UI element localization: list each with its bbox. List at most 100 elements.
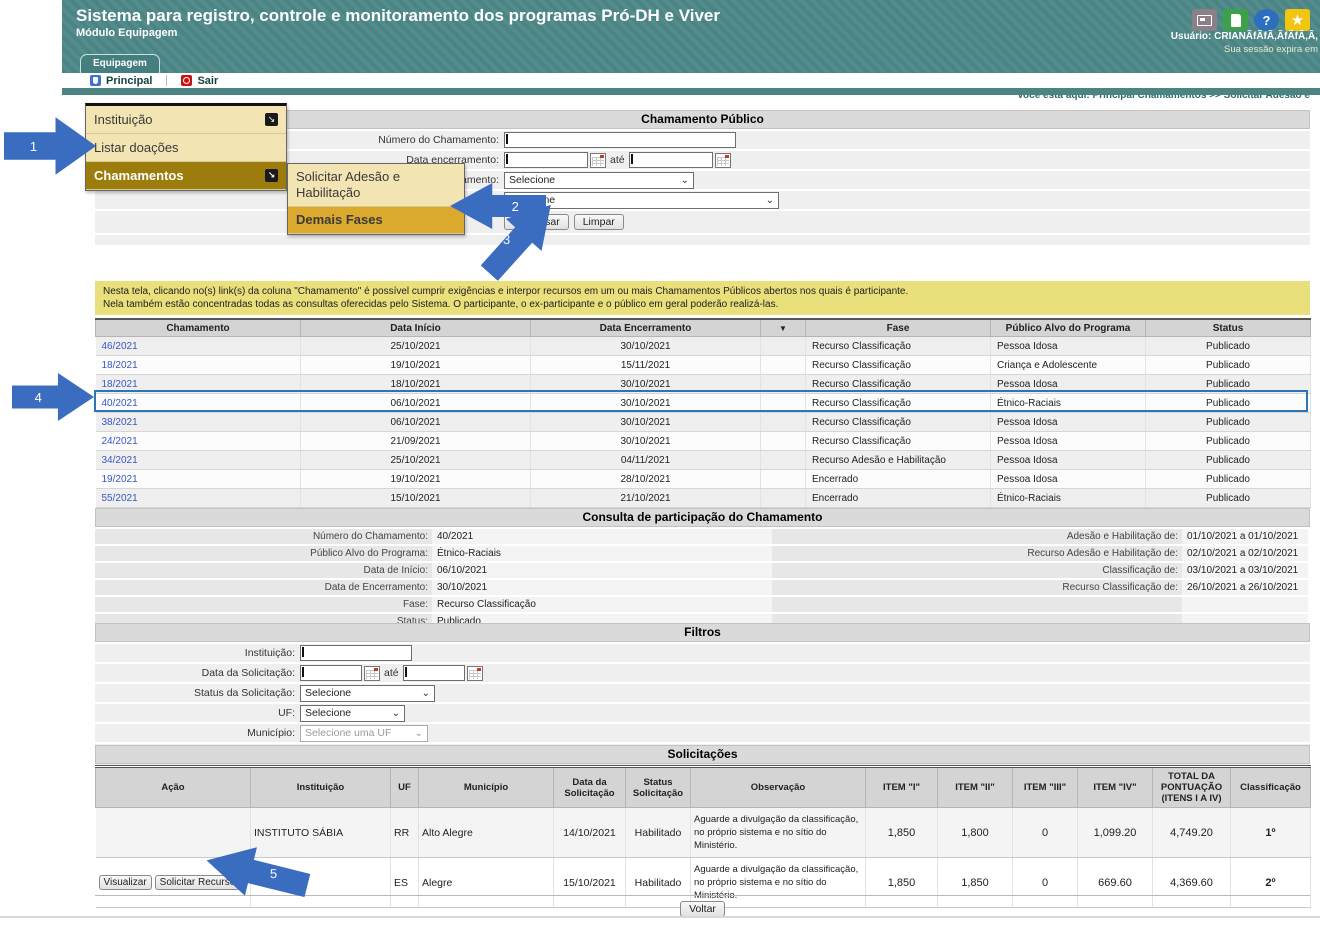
col-item-2: ITEM "II": [938, 767, 1013, 808]
chamamentos-table: Chamamento Data Início Data Encerramento…: [95, 318, 1311, 508]
field-label: Recurso Adesão e Habilitação de:: [772, 546, 1182, 561]
chamamento-link[interactable]: 55/2021: [96, 489, 301, 508]
content-bottom-divider: [95, 895, 1310, 896]
acao-cell: [96, 808, 251, 858]
col-data-solicitacao: Data da Solicitação: [554, 767, 626, 808]
chamamento-link[interactable]: 46/2021: [96, 337, 301, 356]
field-label: Data de Início:: [95, 563, 432, 578]
voltar-button[interactable]: Voltar: [680, 901, 725, 917]
field-label: Classificação de:: [772, 563, 1182, 578]
instituicao-input[interactable]: [300, 645, 412, 661]
col-publico-alvo: Público Alvo do Programa: [991, 319, 1146, 337]
filtros-title: Filtros: [95, 623, 1310, 642]
field-label: Fase:: [95, 597, 432, 612]
field-value: 26/10/2021 a 26/10/2021: [1182, 580, 1308, 595]
menu-item-listar-doacoes[interactable]: Listar doações: [86, 134, 286, 162]
col-instituicao: Instituição: [251, 767, 391, 808]
menu-item-instituicao[interactable]: Instituição ↘: [86, 106, 286, 134]
col-chamamento: Chamamento: [96, 319, 301, 337]
col-fase: Fase: [806, 319, 991, 337]
nav-sair[interactable]: Sair: [181, 75, 218, 87]
field-label: Número do Chamamento:: [95, 529, 432, 544]
app-title: Sistema para registro, controle e monito…: [76, 6, 720, 26]
footer-action-row: Voltar: [95, 899, 1310, 917]
row-highlight-border: [94, 390, 1308, 412]
col-item-4: ITEM "IV": [1078, 767, 1153, 808]
data-solicitacao-de-input[interactable]: [300, 665, 362, 681]
dropdown-submenu: Solicitar Adesão e Habilitação Demais Fa…: [287, 163, 465, 235]
nav-divider: [166, 75, 167, 86]
field-value: 01/10/2021 a 01/10/2021: [1182, 529, 1308, 544]
page-bottom-divider: [0, 916, 1320, 918]
visualizar-button[interactable]: Visualizar: [99, 875, 152, 890]
chamamento-link[interactable]: 34/2021: [96, 451, 301, 470]
calendar-icon[interactable]: [590, 153, 606, 168]
nav-principal[interactable]: Principal: [90, 75, 152, 87]
ate-label: até: [384, 667, 399, 679]
annotation-arrow-4: 4: [12, 372, 94, 422]
sort-dropdown-icon[interactable]: ▼: [761, 319, 806, 337]
uf-select[interactable]: Selecione⌄: [300, 705, 405, 722]
dropdown-menu: Instituição ↘ Listar doações Chamamentos…: [85, 103, 287, 191]
col-municipio: Município: [419, 767, 554, 808]
field-label: Público Alvo do Programa:: [95, 546, 432, 561]
app-window: Sistema para registro, controle e monito…: [0, 0, 1320, 928]
field-label: Recurso Classificação de:: [772, 580, 1182, 595]
star-icon[interactable]: ★: [1285, 9, 1310, 31]
consulta-title: Consulta de participação do Chamamento: [95, 508, 1310, 527]
submenu-arrow-icon: ↘: [265, 169, 278, 182]
calendar-icon[interactable]: [715, 153, 731, 168]
submenu-arrow-icon: ↘: [265, 113, 278, 126]
header-divider: [62, 88, 1320, 95]
app-header: Sistema para registro, controle e monito…: [62, 0, 1320, 73]
chamamento-link[interactable]: 24/2021: [96, 432, 301, 451]
col-status-solicitacao: Status Solicitação: [626, 767, 691, 808]
uf-label: UF:: [95, 707, 300, 719]
table-row: INSTITUTO SÁBIA RR Alto Alegre 14/10/202…: [96, 808, 1311, 858]
header-icon-bar: ? ★: [1192, 9, 1310, 31]
chamamento-link[interactable]: 18/2021: [96, 356, 301, 375]
chevron-down-icon: ⌄: [681, 175, 689, 186]
chevron-down-icon: ⌄: [422, 688, 430, 699]
table-row: 34/202125/10/202104/11/2021Recurso Adesã…: [96, 451, 1311, 470]
table-row: 24/202121/09/202130/10/2021Recurso Class…: [96, 432, 1311, 451]
tab-equipagem[interactable]: Equipagem: [80, 54, 160, 73]
submenu-item-solicitar-adesao[interactable]: Solicitar Adesão e Habilitação: [288, 164, 464, 207]
limpar-button[interactable]: Limpar: [574, 214, 624, 230]
municipio-select-disabled: Selecione uma UF⌄: [300, 725, 428, 742]
field-value: 03/10/2021 a 03/10/2021: [1182, 563, 1308, 578]
main-nav-bar: Principal Sair: [62, 73, 1320, 88]
chamamento-link[interactable]: 19/2021: [96, 470, 301, 489]
manual-icon[interactable]: [1223, 9, 1248, 31]
instituicao-label: Instituição:: [95, 647, 300, 659]
calendar-icon[interactable]: [364, 666, 380, 681]
calendar-icon[interactable]: [467, 666, 483, 681]
col-item-3: ITEM "III": [1013, 767, 1078, 808]
notice-line-1: Nesta tela, clicando no(s) link(s) da co…: [103, 285, 1302, 298]
field-value: 30/10/2021: [432, 580, 772, 595]
menu-item-chamamentos[interactable]: Chamamentos ↘: [86, 162, 286, 190]
annotation-arrow-1: 1: [4, 116, 96, 176]
data-encerramento-ate-input[interactable]: [629, 152, 713, 168]
table-header-row: Chamamento Data Início Data Encerramento…: [96, 319, 1311, 337]
status-solicitacao-select[interactable]: Selecione⌄: [300, 685, 435, 702]
col-data-inicio: Data Início: [301, 319, 531, 337]
col-uf: UF: [391, 767, 419, 808]
notice-line-2: Nela também estão concentradas todas as …: [103, 298, 1302, 311]
submenu-item-demais-fases[interactable]: Demais Fases: [288, 207, 464, 234]
col-total-pontuacao: TOTAL DA PONTUAÇÃO (ITENS I A IV): [1153, 767, 1231, 808]
status-solicitacao-label: Status da Solicitação:: [95, 687, 300, 699]
status-chamamento-select[interactable]: Selecione⌄: [504, 172, 694, 189]
col-observacao: Observação: [691, 767, 866, 808]
numero-chamamento-input[interactable]: [504, 132, 736, 148]
chamamento-link[interactable]: 38/2021: [96, 413, 301, 432]
app-subtitle: Módulo Equipagem: [76, 27, 177, 39]
data-solicitacao-ate-input[interactable]: [403, 665, 465, 681]
col-status: Status: [1146, 319, 1311, 337]
data-solicitacao-label: Data da Solicitação:: [95, 667, 300, 679]
field-value: 40/2021: [432, 529, 772, 544]
contact-card-icon[interactable]: [1192, 9, 1217, 31]
data-encerramento-de-input[interactable]: [504, 152, 588, 168]
col-data-encerramento: Data Encerramento: [531, 319, 761, 337]
help-icon[interactable]: ?: [1254, 9, 1279, 31]
